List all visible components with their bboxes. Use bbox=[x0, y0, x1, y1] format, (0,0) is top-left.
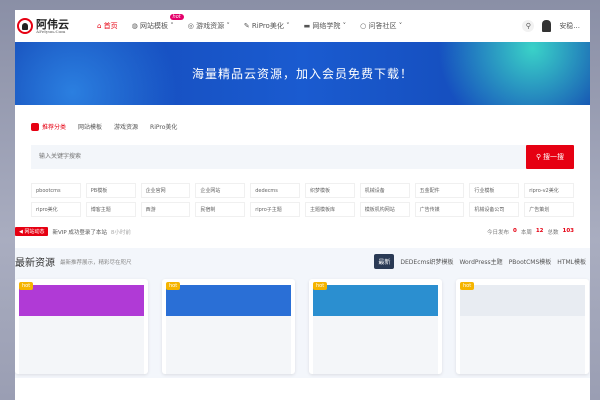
latest-tab[interactable]: WordPress主题 bbox=[459, 257, 502, 266]
search-button[interactable]: ⚲ 搜一搜 bbox=[526, 145, 574, 169]
banner-title: 海量精品云资源，加入会员免费下载！ bbox=[191, 67, 413, 81]
section-title: 最新资源 bbox=[15, 258, 55, 269]
tab-games[interactable]: 游戏资源 bbox=[114, 122, 138, 131]
stat-week: 12 bbox=[535, 227, 544, 234]
search-icon[interactable]: ⚲ bbox=[522, 20, 535, 32]
tag-item[interactable]: 主题模板库 bbox=[304, 202, 355, 217]
nav-label: 首页 bbox=[103, 22, 118, 30]
page: 阿伟云 AFeiyun.Com ⌂ 首页 ◍ 网站模板 ˅ hot ◎ 游戏资源 ˅… bbox=[15, 10, 590, 400]
tag-item[interactable]: ripro美化 bbox=[31, 202, 81, 217]
nav-label: 网站模板 bbox=[140, 22, 169, 30]
nav-ripro[interactable]: ✎ RiPro美化 ˅ bbox=[244, 21, 290, 31]
card-thumbnail bbox=[313, 285, 438, 374]
nav-home[interactable]: ⌂ 首页 bbox=[97, 21, 118, 31]
hot-badge: hot bbox=[19, 282, 34, 290]
tag-item[interactable]: 企业网站 bbox=[195, 183, 246, 198]
user-name[interactable]: 安稳... bbox=[559, 21, 580, 31]
card-thumbnail bbox=[166, 285, 291, 374]
tag-item[interactable]: ripro-v2美化 bbox=[524, 183, 574, 198]
nav-label: 问答社区 bbox=[368, 22, 397, 30]
section-desc: 最新推荐展示，精彩尽在咫尺 bbox=[60, 259, 132, 266]
stat-label: 本周 bbox=[520, 229, 532, 236]
latest-section: 最新资源 最新推荐展示，精彩尽在咫尺 最新 DEDEcms织梦模板 WordPres… bbox=[15, 248, 590, 378]
hot-badge: hot bbox=[313, 282, 328, 290]
notice-badge: ◀ 网站动态 bbox=[15, 227, 49, 236]
notice-time: 8小时前 bbox=[110, 229, 131, 236]
nav-label: 网络学院 bbox=[312, 22, 341, 30]
tag-item[interactable]: 广告传媒 bbox=[414, 202, 465, 217]
hot-badge: hot bbox=[166, 282, 181, 290]
hot-badge: hot bbox=[169, 14, 184, 20]
search-bar: ⚲ 搜一搜 bbox=[31, 145, 574, 169]
card-thumbnail bbox=[460, 285, 585, 374]
nav-label: RiPro美化 bbox=[251, 22, 284, 30]
stats: 今日发布 0 本周 12 总数 103 bbox=[487, 228, 574, 236]
tag-item[interactable]: 五金配件 bbox=[414, 183, 465, 198]
avatar[interactable] bbox=[542, 20, 552, 32]
tab-ripro[interactable]: RiPro美化 bbox=[150, 122, 177, 131]
latest-tabs: 最新 DEDEcms织梦模板 WordPress主题 PBootCMS模板 HTML模板 bbox=[374, 254, 586, 269]
logo-icon bbox=[17, 18, 33, 34]
tag-item[interactable]: dedecms bbox=[250, 183, 300, 198]
stat-label: 总数 bbox=[547, 229, 559, 236]
tab-recommended[interactable]: 推荐分类 bbox=[31, 122, 66, 131]
notice-bar: ◀ 网站动态 新VIP 成功登录了本站 8小时前 今日发布 0 本周 12 总数 10… bbox=[15, 227, 574, 236]
search-input[interactable] bbox=[31, 145, 526, 169]
resource-card[interactable]: hot bbox=[162, 279, 295, 374]
stat-label: 今日发布 bbox=[486, 229, 509, 236]
tag-item[interactable]: 民宿制 bbox=[195, 202, 246, 217]
main-nav: ⌂ 首页 ◍ 网站模板 ˅ hot ◎ 游戏资源 ˅ ✎ RiPro美化 ˅ ▬ … bbox=[97, 14, 402, 31]
nav-label: 游戏资源 bbox=[196, 22, 225, 30]
tag-item[interactable]: ripro子主题 bbox=[250, 202, 300, 217]
tag-item[interactable]: 织梦模板 bbox=[304, 183, 355, 198]
stat-total: 103 bbox=[562, 227, 574, 234]
resource-card[interactable]: hot bbox=[15, 279, 148, 374]
resource-card[interactable]: hot bbox=[456, 279, 589, 374]
logo-sub: AFeiyun.Com bbox=[36, 28, 66, 34]
crown-icon bbox=[31, 122, 39, 131]
tag-item[interactable]: 博客主题 bbox=[85, 202, 136, 217]
logo[interactable]: 阿伟云 AFeiyun.Com bbox=[17, 18, 97, 34]
tag-item[interactable]: 广告策划 bbox=[524, 202, 574, 217]
tag-grid: pbootcms PB模板 企业官网 企业网站 dedecms 织梦模板 机械设备 五金配件行… bbox=[31, 183, 574, 217]
notice-text[interactable]: 新VIP 成功登录了本站 bbox=[52, 228, 106, 236]
tag-item[interactable]: 模板机构网站 bbox=[359, 202, 410, 217]
latest-tab[interactable]: 最新 bbox=[374, 254, 395, 269]
hot-badge: hot bbox=[460, 282, 475, 290]
nav-qa[interactable]: ○ 问答社区 ˅ bbox=[360, 21, 402, 31]
card-thumbnail bbox=[19, 285, 144, 374]
card-list: hot hot hot hot bbox=[15, 279, 590, 374]
header: 阿伟云 AFeiyun.Com ⌂ 首页 ◍ 网站模板 ˅ hot ◎ 游戏资源 ˅… bbox=[15, 10, 590, 42]
tag-item[interactable]: pbootcms bbox=[31, 183, 81, 198]
search-button-label: 搜一搜 bbox=[543, 154, 565, 161]
stat-today: 0 bbox=[513, 227, 517, 234]
nav-templates[interactable]: ◍ 网站模板 ˅ hot bbox=[132, 14, 184, 31]
notice-badge-label: 网站动态 bbox=[24, 229, 45, 235]
category-tabs: 推荐分类 网站模板 游戏资源 RiPro美化 bbox=[31, 122, 590, 131]
banner: 海量精品云资源，加入会员免费下载！ bbox=[15, 42, 590, 105]
tag-item[interactable]: 企业官网 bbox=[140, 183, 191, 198]
tab-label: 推荐分类 bbox=[42, 124, 67, 131]
tab-templates[interactable]: 网站模板 bbox=[78, 122, 102, 131]
latest-tab[interactable]: HTML模板 bbox=[557, 257, 586, 266]
nav-games[interactable]: ◎ 游戏资源 ˅ bbox=[188, 21, 230, 31]
tag-item[interactable]: PB模板 bbox=[85, 183, 136, 198]
nav-academy[interactable]: ▬ 网络学院 ˅ bbox=[304, 21, 347, 31]
tag-item[interactable]: 行业模板 bbox=[469, 183, 520, 198]
latest-tab[interactable]: PBootCMS模板 bbox=[509, 257, 552, 266]
tag-item[interactable]: 机械设备 bbox=[359, 183, 410, 198]
tag-item[interactable]: 西游 bbox=[140, 202, 191, 217]
latest-tab[interactable]: DEDEcms织梦模板 bbox=[400, 257, 453, 266]
tag-item[interactable]: 机械设备公司 bbox=[469, 202, 520, 217]
resource-card[interactable]: hot bbox=[309, 279, 442, 374]
